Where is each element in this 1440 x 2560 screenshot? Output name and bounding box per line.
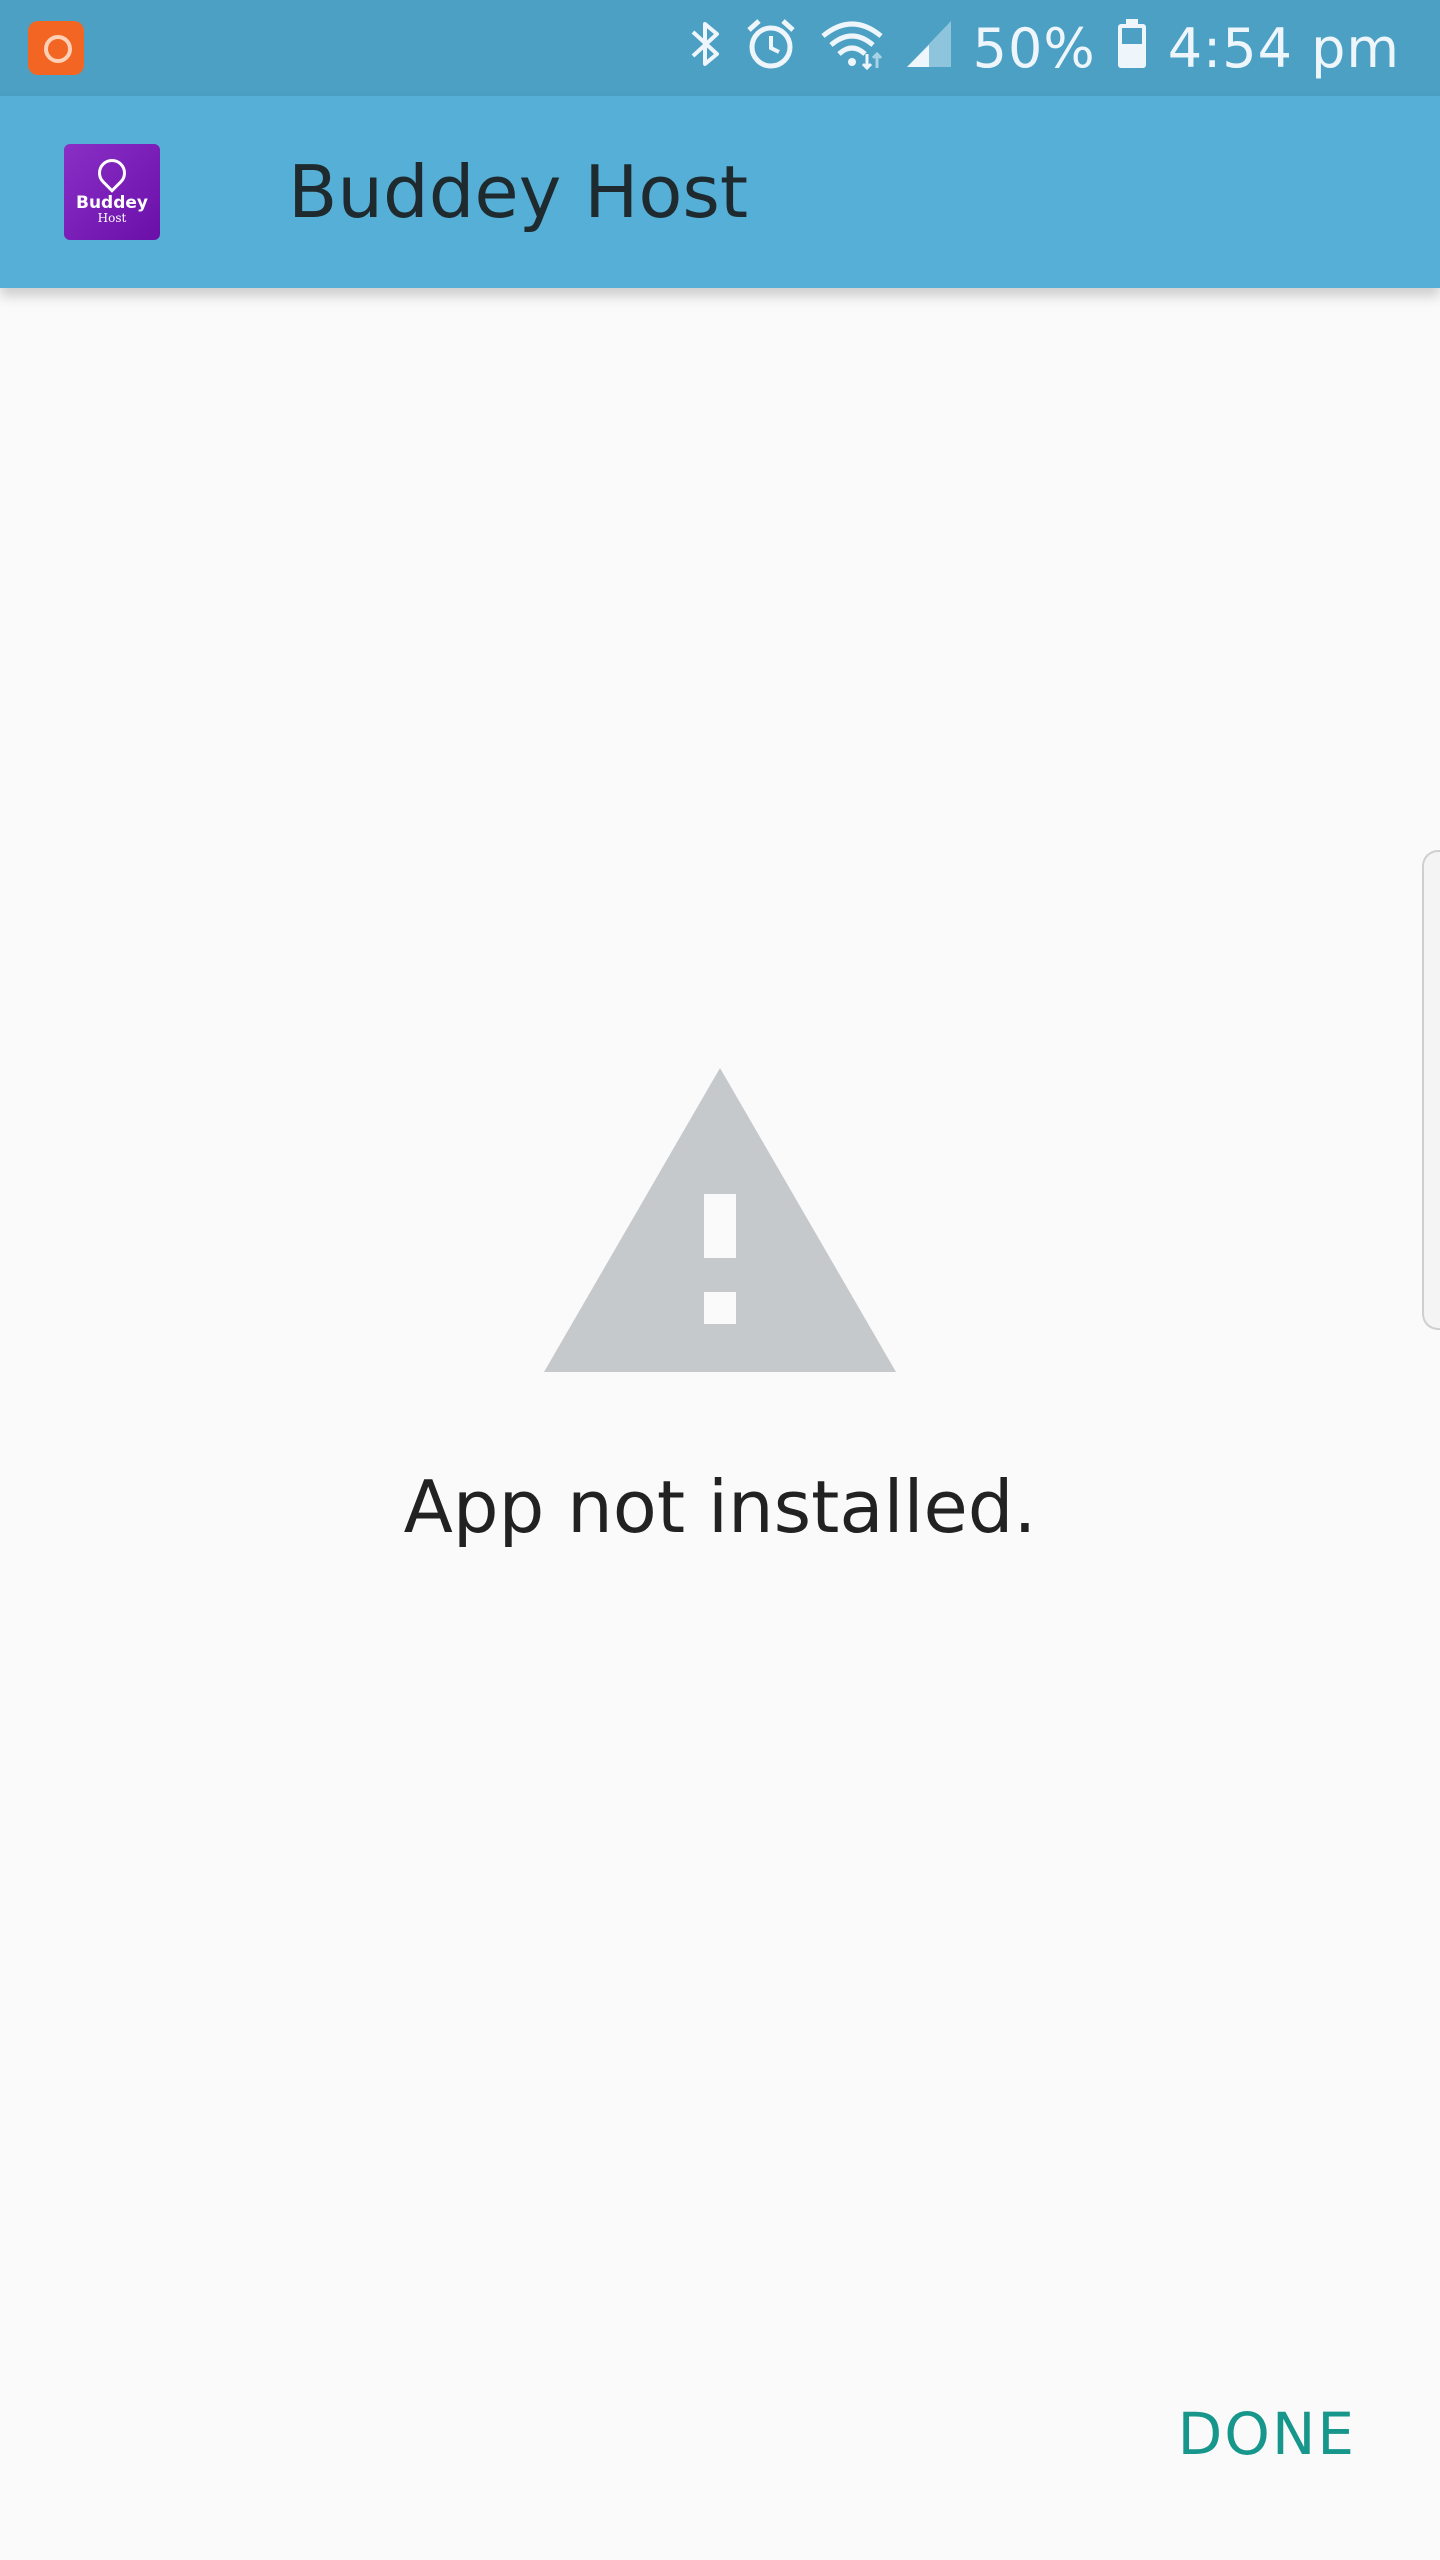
edge-panel-handle[interactable] — [1422, 850, 1440, 1330]
bluetooth-icon — [689, 18, 723, 79]
status-message: App not installed. — [403, 1465, 1037, 1549]
app-logo: Buddey Host — [64, 144, 160, 240]
notification-app-icon — [28, 21, 84, 75]
wifi-icon — [819, 18, 885, 79]
location-pin-icon — [92, 153, 132, 193]
status-icons: 50% 4:54 pm — [689, 0, 1400, 96]
battery-percentage: 50% — [972, 16, 1096, 80]
cell-signal-icon — [905, 19, 953, 78]
battery-icon — [1116, 18, 1148, 79]
app-bar: Buddey Host Buddey Host — [0, 96, 1440, 288]
warning-icon — [544, 1068, 896, 1372]
logo-text-line1: Buddey — [75, 192, 148, 213]
done-button[interactable]: DONE — [1178, 2400, 1356, 2468]
status-bar: 50% 4:54 pm — [0, 0, 1440, 96]
logo-text-line2: Host — [97, 210, 127, 225]
clock: 4:54 pm — [1167, 16, 1400, 80]
app-title: Buddey Host — [288, 150, 749, 234]
alarm-icon — [743, 16, 799, 81]
